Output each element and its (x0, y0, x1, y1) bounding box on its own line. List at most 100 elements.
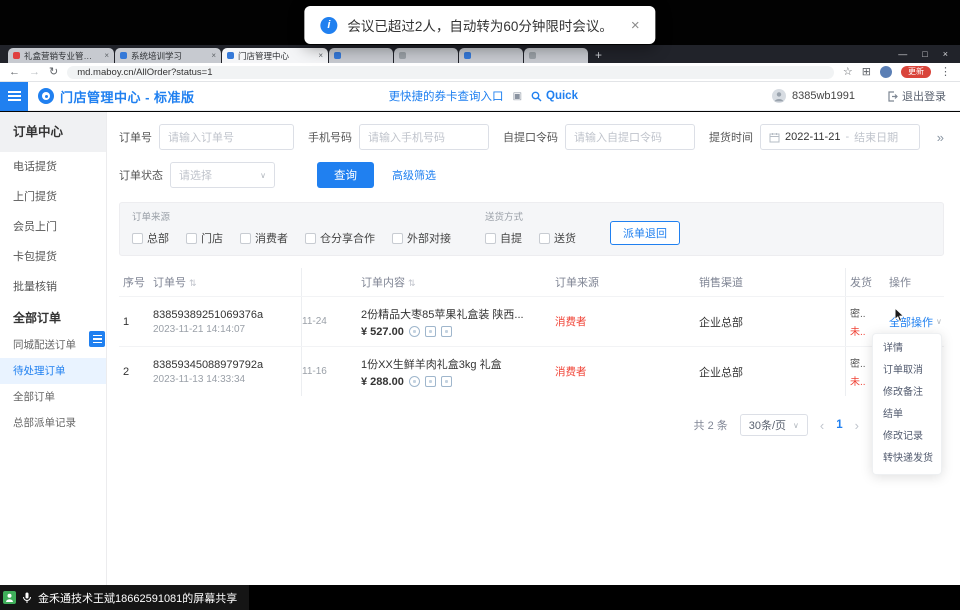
chrome-update-badge[interactable]: 更新 (901, 66, 931, 78)
new-tab-icon[interactable]: + (595, 48, 602, 62)
menu-item-edit-remark[interactable]: 修改备注 (873, 382, 941, 404)
end-date-placeholder: 结束日期 (854, 129, 898, 145)
page-size-select[interactable]: 30条/页 ∨ (740, 414, 808, 436)
start-date-value: 2022-11-21 (785, 131, 840, 143)
sort-icon[interactable]: ⇅ (189, 278, 197, 288)
sidebar-item-pending-orders[interactable]: 待处理订单 (0, 358, 106, 384)
panel-collapse-icon[interactable]: » (937, 130, 944, 145)
back-icon[interactable]: ← (9, 67, 20, 78)
url-bar[interactable]: md.maboy.cn/AllOrder?status=1 (67, 66, 834, 79)
browser-tab-7[interactable] (524, 48, 588, 63)
order-tag-icon (441, 326, 452, 337)
window-close-icon[interactable]: × (943, 49, 948, 59)
sidebar-item-all-orders[interactable]: 全部订单 (0, 384, 106, 410)
order-price-line: ¥ 527.00 (361, 326, 551, 338)
bookmark-star-icon[interactable]: ☆ (843, 67, 853, 78)
order-source-filter-label: 订单来源 (132, 209, 451, 223)
browser-tab-3-active[interactable]: 门店管理中心 × (222, 48, 328, 63)
menu-item-detail[interactable]: 详情 (873, 338, 941, 360)
order-tag-icon (425, 376, 436, 387)
forward-icon[interactable]: → (29, 67, 40, 78)
app-logo-icon (38, 88, 54, 104)
app-body: 订单中心 电话提货 上门提货 会员上门 卡包提货 批量核销 全部订单 同城配送订… (0, 112, 960, 585)
browser-tab-6[interactable] (459, 48, 523, 63)
screen-share-bar: 金禾通技术王斌18662591081的屏幕共享 (0, 585, 249, 610)
checkbox-source-store[interactable]: 门店 (186, 230, 223, 246)
checkbox-delivery-deliver[interactable]: 送货 (539, 230, 576, 246)
tab-close-icon[interactable]: × (318, 51, 323, 60)
sidebar-item-member-visit[interactable]: 会员上门 (0, 212, 106, 242)
browser-tab-4[interactable] (329, 48, 393, 63)
checkbox-source-consumer[interactable]: 消费者 (240, 230, 288, 246)
menu-item-cancel-order[interactable]: 订单取消 (873, 360, 941, 382)
extensions-icon[interactable]: ⊞ (862, 67, 871, 78)
checkbox-icon (132, 233, 143, 244)
magnifier-icon (531, 91, 542, 102)
phone-input[interactable]: 请输入手机号码 (359, 124, 489, 150)
checkbox-icon (485, 233, 496, 244)
logout-button[interactable]: 退出登录 (887, 88, 946, 104)
menu-item-settle[interactable]: 结单 (873, 404, 941, 426)
actions-dropdown-menu: 详情 订单取消 修改备注 结单 修改记录 转快递发货 (872, 333, 942, 475)
hamburger-menu-icon[interactable] (0, 82, 28, 111)
logout-label: 退出登录 (902, 88, 946, 104)
browser-tab-2[interactable]: 系统培训学习 × (115, 48, 221, 63)
header-order-no[interactable]: 订单号⇅ (153, 274, 301, 290)
bottom-letterbox: 金禾通技术王斌18662591081的屏幕共享 (0, 585, 960, 610)
pickup-code-input[interactable]: 请输入自提口令码 (565, 124, 695, 150)
maximize-icon[interactable]: □ (922, 49, 927, 59)
order-no-input[interactable]: 请输入订单号 (159, 124, 294, 150)
pickup-time-field: 提货时间 2022-11-21 - 结束日期 (709, 124, 920, 150)
sidebar-item-hq-dispatch-records[interactable]: 总部派单记录 (0, 410, 106, 436)
order-status-select[interactable]: 请选择 ∨ (170, 162, 275, 188)
sort-icon[interactable]: ⇅ (408, 278, 416, 288)
sidebar-item-phone-pickup[interactable]: 电话提货 (0, 152, 106, 182)
next-page-button[interactable]: › (855, 418, 859, 433)
table-row-1: 1 83859389251069376a 2023-11-21 14:14:07… (119, 296, 944, 346)
delivery-method-options: 自提 送货 (485, 230, 576, 246)
sidebar-collapse-list-icon[interactable] (89, 331, 105, 347)
sidebar-item-card-pickup[interactable]: 卡包提货 (0, 242, 106, 272)
browser-profile-avatar[interactable] (880, 66, 892, 78)
refresh-icon[interactable]: ↻ (49, 67, 58, 78)
checkbox-source-warehouse-share[interactable]: 仓分享合作 (305, 230, 375, 246)
minimize-icon[interactable]: — (898, 49, 907, 59)
advanced-filter-link[interactable]: 高级筛选 (392, 167, 436, 183)
total-count: 共 2 条 (694, 417, 728, 433)
dispatch-return-button[interactable]: 派单退回 (610, 221, 680, 245)
app-header: 门店管理中心 - 标准版 更快捷的券卡查询入口 ▣ Quick 8385wb19… (0, 82, 960, 111)
username[interactable]: 8385wb1991 (792, 90, 855, 102)
pickup-end-date: 11-24 (302, 316, 341, 327)
browser-tab-5[interactable] (394, 48, 458, 63)
browser-tab-1[interactable]: 礼盒营销专业管理中心 × (8, 48, 114, 63)
checkbox-delivery-selfpickup[interactable]: 自提 (485, 230, 522, 246)
tab-close-icon[interactable]: × (104, 51, 109, 60)
toast-close-icon[interactable]: × (631, 17, 640, 34)
coupon-query-link[interactable]: 更快捷的券卡查询入口 (389, 88, 504, 104)
prev-page-button[interactable]: ‹ (820, 418, 824, 433)
checkbox-source-hq[interactable]: 总部 (132, 230, 169, 246)
sidebar-section-all-orders[interactable]: 全部订单 (0, 304, 106, 332)
app-title: 门店管理中心 - 标准版 (60, 87, 195, 106)
browser-menu-icon[interactable]: ⋮ (940, 67, 951, 78)
menu-item-edit-record[interactable]: 修改记录 (873, 426, 941, 448)
sidebar-item-door-pickup[interactable]: 上门提货 (0, 182, 106, 212)
checkbox-source-external[interactable]: 外部对接 (392, 230, 451, 246)
current-page[interactable]: 1 (836, 419, 842, 431)
tab-title: 门店管理中心 (238, 50, 314, 62)
checkbox-label: 仓分享合作 (320, 230, 375, 246)
main-content: 订单号 请输入订单号 手机号码 请输入手机号码 自提口令码 请输入自提口令码 (107, 112, 960, 585)
tab-close-icon[interactable]: × (211, 51, 216, 60)
chevron-down-icon: ∨ (936, 317, 942, 326)
order-tag-icon (425, 326, 436, 337)
checkbox-label: 外部对接 (407, 230, 451, 246)
header-label: 订单内容 (361, 277, 405, 289)
header-order-content[interactable]: 订单内容⇅ (341, 274, 551, 290)
menu-item-express-ship[interactable]: 转快递发货 (873, 448, 941, 470)
sidebar-item-batch-verify[interactable]: 批量核销 (0, 272, 106, 302)
checkbox-label: 总部 (147, 230, 169, 246)
quick-search-link[interactable]: Quick (531, 90, 578, 102)
pickup-time-range-input[interactable]: 2022-11-21 - 结束日期 (760, 124, 920, 150)
header-action: 操作 (881, 274, 944, 290)
search-button[interactable]: 查询 (317, 162, 374, 188)
